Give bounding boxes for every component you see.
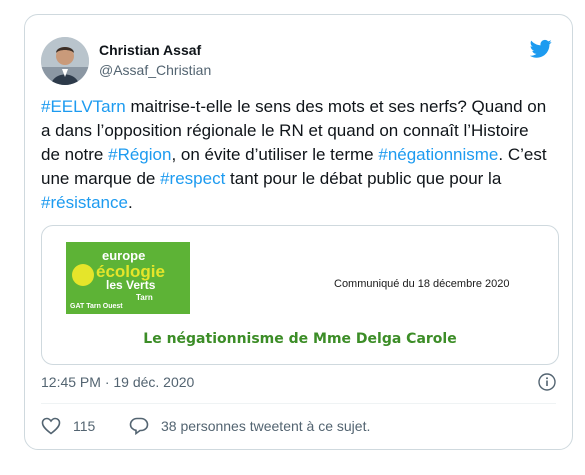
hashtag-link[interactable]: #négationnisme (378, 145, 498, 164)
twitter-bird-icon[interactable] (530, 39, 552, 59)
logo-text-les-verts: les Verts (106, 278, 156, 292)
tweet-text-segment: tant pour le débat public que pour la (225, 169, 502, 188)
avatar-image (41, 37, 89, 85)
conversation-text: 38 personnes tweetent à ce sujet. (161, 418, 371, 434)
media-card[interactable]: europe écologie les Verts Tarn GAT Tarn … (41, 225, 559, 365)
tweet-card: Christian Assaf @Assaf_Christian #EELVTa… (24, 14, 573, 450)
tweet-text-segment: , on évite d’utiliser le terme (171, 145, 379, 164)
like-button[interactable]: 115 (41, 415, 95, 437)
logo-text-gat: GAT Tarn Ouest (70, 303, 123, 310)
hashtag-link[interactable]: #EELVTarn (41, 97, 126, 116)
avatar[interactable] (41, 37, 89, 85)
hashtag-link[interactable]: #résistance (41, 193, 128, 212)
sun-icon (72, 264, 94, 286)
tweet-actions: 115 38 personnes tweetent à ce sujet. (41, 415, 556, 437)
like-count: 115 (73, 418, 96, 434)
tweet-text: #EELVTarn maitrise-t-elle le sens des mo… (41, 95, 551, 215)
author-name[interactable]: Christian Assaf (99, 42, 201, 58)
heart-icon (41, 417, 61, 435)
divider (41, 403, 556, 404)
hashtag-link[interactable]: #respect (160, 169, 225, 188)
tweet-timestamp[interactable]: 12:45 PM · 19 déc. 2020 (41, 374, 194, 390)
logo-text-europe: europe (102, 248, 146, 263)
tweet-header: Christian Assaf @Assaf_Christian (41, 37, 556, 89)
media-headline: Le négationnisme de Mme Delga Carole (143, 331, 457, 347)
comment-icon (129, 417, 149, 435)
author-handle[interactable]: @Assaf_Christian (99, 62, 211, 78)
eelv-logo: europe écologie les Verts Tarn GAT Tarn … (66, 242, 190, 314)
conversation-button[interactable]: 38 personnes tweetent à ce sujet. (129, 415, 370, 437)
hashtag-link[interactable]: #Région (108, 145, 171, 164)
communique-date: Communiqué du 18 décembre 2020 (334, 278, 510, 290)
tweet-text-segment: . (127, 193, 133, 212)
info-icon[interactable] (538, 373, 556, 391)
logo-text-tarn: Tarn (136, 293, 153, 302)
